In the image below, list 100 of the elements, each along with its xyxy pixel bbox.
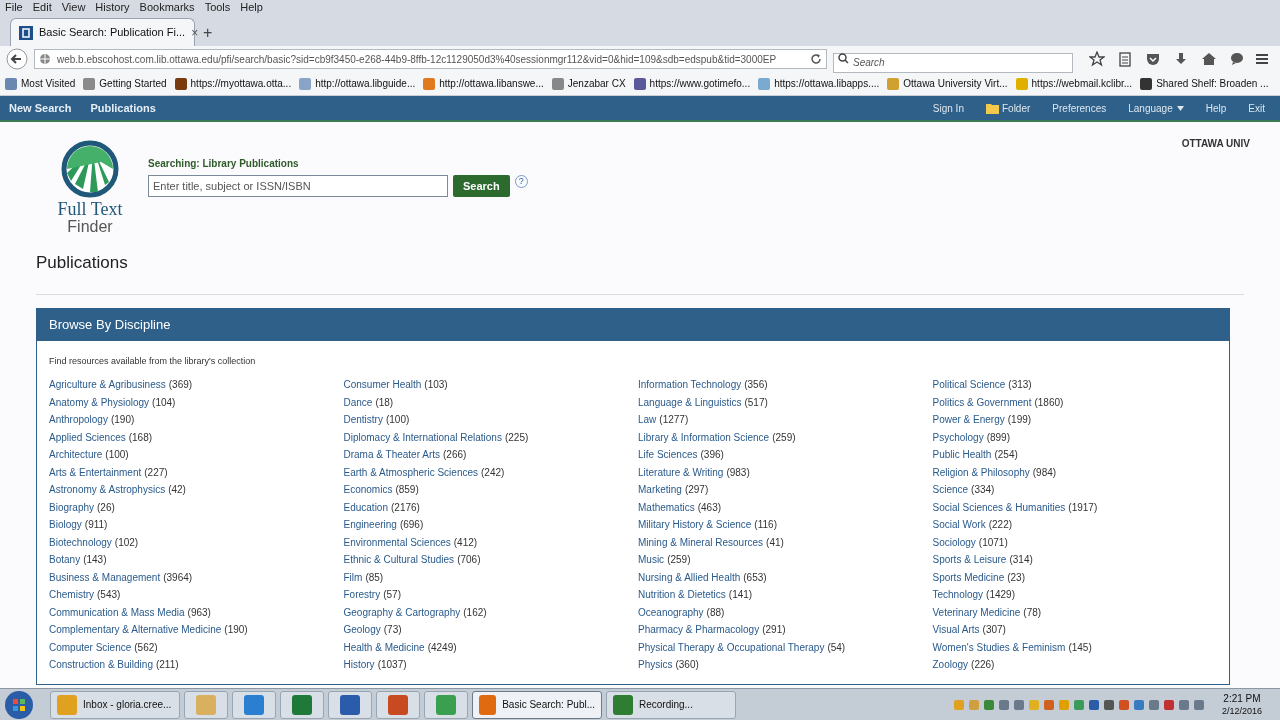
discipline-link[interactable]: Computer Science bbox=[49, 639, 132, 655]
bookmark-link[interactable]: Ottawa University Virt... bbox=[903, 76, 1008, 91]
nav-link[interactable]: Exit bbox=[1248, 100, 1265, 116]
tray-icon[interactable] bbox=[1043, 699, 1054, 710]
discipline-link[interactable]: Anatomy & Physiology bbox=[49, 394, 150, 410]
site-favicon-icon[interactable] bbox=[19, 25, 33, 40]
discipline-link[interactable]: Social Work bbox=[932, 517, 986, 533]
back-button[interactable] bbox=[6, 48, 28, 70]
discipline-link[interactable]: Mining & Mineral Resources bbox=[638, 534, 764, 550]
discipline-link[interactable]: Dentistry bbox=[343, 412, 383, 428]
bookmark-link[interactable]: https://webmail.kclibr... bbox=[1031, 76, 1133, 91]
bookmark-link[interactable]: http://ottawa.libguide... bbox=[315, 76, 416, 91]
menu-icon[interactable] bbox=[1254, 51, 1270, 67]
discipline-link[interactable]: Political Science bbox=[932, 377, 1006, 393]
nav-link[interactable]: Sign In bbox=[932, 100, 964, 116]
taskbar-button[interactable]: Inbox - gloria.cree... bbox=[50, 690, 180, 719]
taskbar-button[interactable]: Basic Search: Publ... bbox=[472, 690, 602, 719]
discipline-link[interactable]: Veterinary Medicine bbox=[932, 604, 1021, 620]
discipline-link[interactable]: Mathematics bbox=[638, 499, 695, 515]
discipline-link[interactable]: Visual Arts bbox=[932, 622, 980, 638]
menu-item[interactable]: History bbox=[95, 1, 130, 13]
discipline-link[interactable]: History bbox=[343, 657, 375, 673]
discipline-link[interactable]: Applied Sciences bbox=[49, 429, 126, 445]
search-field[interactable]: Enter title, subject or ISSN/ISBN bbox=[148, 175, 448, 197]
discipline-link[interactable]: Consumer Health bbox=[343, 377, 422, 393]
tray-icon[interactable] bbox=[1178, 699, 1189, 710]
discipline-link[interactable]: Astronomy & Astrophysics bbox=[49, 482, 166, 498]
discipline-link[interactable]: Pharmacy & Pharmacology bbox=[638, 622, 760, 638]
discipline-link[interactable]: Dance bbox=[343, 394, 373, 410]
discipline-link[interactable]: Technology bbox=[932, 587, 984, 603]
bookmark-link[interactable]: Most Visited bbox=[21, 76, 76, 91]
discipline-link[interactable]: Environmental Sciences bbox=[343, 534, 451, 550]
taskbar-button[interactable] bbox=[376, 690, 420, 719]
start-button[interactable] bbox=[4, 689, 34, 720]
discipline-link[interactable]: Sociology bbox=[932, 534, 976, 550]
tray-icon[interactable] bbox=[1088, 699, 1099, 710]
discipline-link[interactable]: Agriculture & Agribusiness bbox=[49, 377, 166, 393]
discipline-link[interactable]: Biology bbox=[49, 517, 82, 533]
bookmark-link[interactable]: https://www.gotimefo... bbox=[649, 76, 751, 91]
discipline-link[interactable]: Geography & Cartography bbox=[343, 604, 461, 620]
discipline-link[interactable]: Language & Linguistics bbox=[638, 394, 742, 410]
browser-search-field[interactable]: Search bbox=[833, 52, 1073, 73]
star-icon[interactable] bbox=[1089, 51, 1105, 67]
discipline-link[interactable]: Sports Medicine bbox=[932, 569, 1005, 585]
tray-icon[interactable] bbox=[1133, 699, 1144, 710]
search-icon[interactable] bbox=[838, 53, 849, 64]
bookmark-link[interactable]: https://myottawa.otta... bbox=[190, 76, 292, 91]
bookmark-link[interactable]: http://ottawa.libanswe... bbox=[439, 76, 544, 91]
discipline-link[interactable]: Education bbox=[343, 499, 388, 515]
discipline-link[interactable]: Women's Studies & Feminism bbox=[932, 639, 1066, 655]
chat-icon[interactable] bbox=[1229, 51, 1245, 67]
discipline-link[interactable]: Engineering bbox=[343, 517, 397, 533]
menu-item[interactable]: Help bbox=[240, 1, 263, 13]
discipline-link[interactable]: Anthropology bbox=[49, 412, 108, 428]
discipline-link[interactable]: Science bbox=[932, 482, 969, 498]
language-dropdown[interactable]: Language bbox=[1128, 100, 1173, 116]
discipline-link[interactable]: Life Sciences bbox=[638, 447, 698, 463]
taskbar-button[interactable] bbox=[232, 690, 276, 719]
bookmark-link[interactable]: Getting Started bbox=[99, 76, 167, 91]
tray-icon[interactable] bbox=[1118, 699, 1129, 710]
discipline-link[interactable]: Power & Energy bbox=[932, 412, 1005, 428]
menu-item[interactable]: View bbox=[61, 1, 86, 13]
tray-icon[interactable] bbox=[1148, 699, 1159, 710]
discipline-link[interactable]: Biography bbox=[49, 499, 95, 515]
bookmark-link[interactable]: Jenzabar CX bbox=[567, 76, 626, 91]
tray-icon[interactable] bbox=[998, 699, 1009, 710]
nav-link[interactable]: Help bbox=[1205, 100, 1227, 116]
discipline-link[interactable]: Earth & Atmospheric Sciences bbox=[343, 464, 478, 480]
nav-link[interactable]: Folder bbox=[1001, 100, 1031, 116]
pocket-icon[interactable] bbox=[1145, 51, 1161, 67]
search-button[interactable]: Search bbox=[453, 175, 510, 197]
discipline-link[interactable]: Music bbox=[638, 552, 665, 568]
clipboard-icon[interactable] bbox=[1117, 51, 1133, 67]
discipline-link[interactable]: Botany bbox=[49, 552, 81, 568]
discipline-link[interactable]: Health & Medicine bbox=[343, 639, 425, 655]
folder-icon[interactable] bbox=[985, 102, 999, 114]
discipline-link[interactable]: Social Sciences & Humanities bbox=[932, 499, 1066, 515]
tray-icon[interactable] bbox=[983, 699, 994, 710]
taskbar-button[interactable] bbox=[328, 690, 372, 719]
discipline-link[interactable]: Economics bbox=[343, 482, 393, 498]
discipline-link[interactable]: Politics & Government bbox=[932, 394, 1032, 410]
discipline-link[interactable]: Zoology bbox=[932, 657, 969, 673]
nav-link[interactable]: Preferences bbox=[1052, 100, 1107, 116]
new-tab-button[interactable]: + bbox=[203, 25, 213, 41]
discipline-link[interactable]: Law bbox=[638, 412, 657, 428]
discipline-link[interactable]: Film bbox=[343, 569, 363, 585]
discipline-link[interactable]: Communication & Mass Media bbox=[49, 604, 185, 620]
nav-link[interactable]: New Search bbox=[9, 99, 72, 117]
discipline-link[interactable]: Diplomacy & International Relations bbox=[343, 429, 502, 445]
discipline-link[interactable]: Complementary & Alternative Medicine bbox=[49, 622, 222, 638]
discipline-link[interactable]: Arts & Entertainment bbox=[49, 464, 142, 480]
tray-icon[interactable] bbox=[1163, 699, 1174, 710]
discipline-link[interactable]: Literature & Writing bbox=[638, 464, 724, 480]
discipline-link[interactable]: Marketing bbox=[638, 482, 682, 498]
menu-item[interactable]: Edit bbox=[32, 1, 52, 13]
discipline-link[interactable]: Physics bbox=[638, 657, 673, 673]
discipline-link[interactable]: Nursing & Allied Health bbox=[638, 569, 741, 585]
tray-icon[interactable] bbox=[1193, 699, 1204, 710]
discipline-link[interactable]: Public Health bbox=[932, 447, 992, 463]
discipline-link[interactable]: Religion & Philosophy bbox=[932, 464, 1030, 480]
